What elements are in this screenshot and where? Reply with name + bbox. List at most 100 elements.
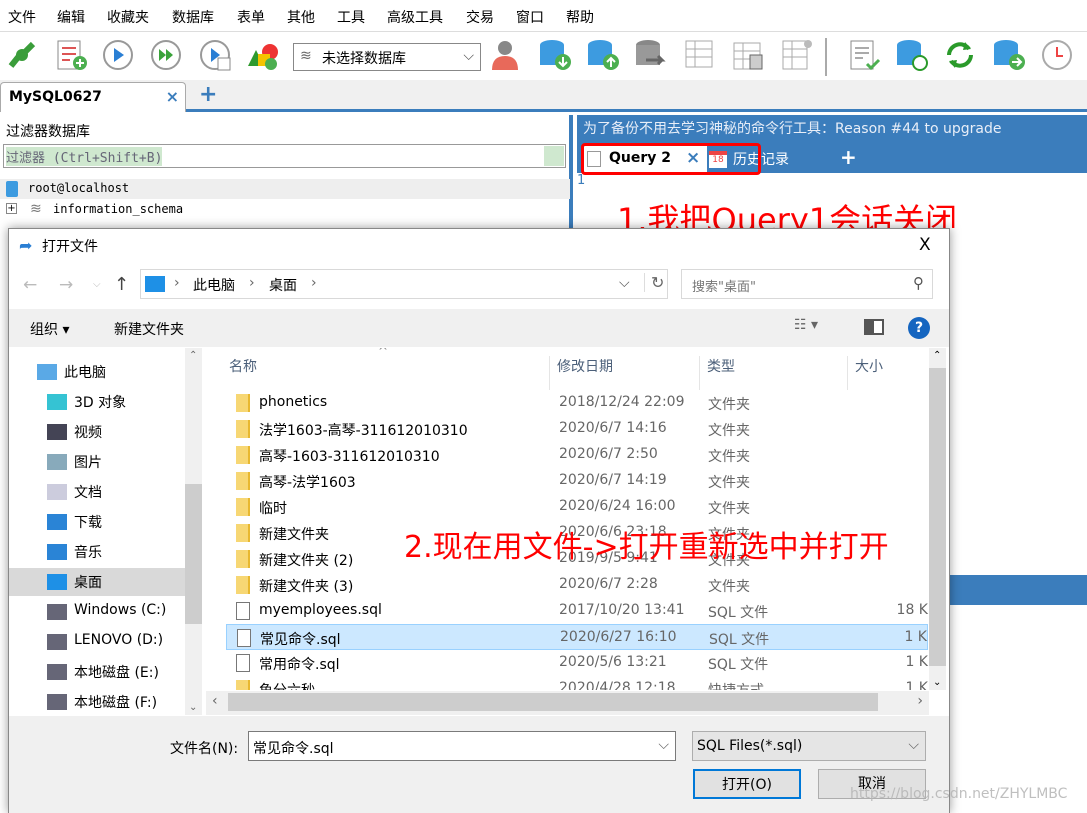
filter-input[interactable]: 过滤器 (Ctrl+Shift+B) — [3, 144, 566, 168]
nav-item[interactable]: 图片 — [9, 448, 185, 476]
search-input[interactable]: 搜索"桌面" ⚲ — [681, 269, 933, 299]
nav-item[interactable]: Windows (C:) — [9, 598, 185, 626]
file-list-vscrollbar[interactable]: ⌃ ⌄ — [929, 348, 946, 690]
help-icon[interactable]: ? — [908, 317, 930, 339]
nav-item[interactable]: 本地磁盘 (F:) — [9, 688, 185, 716]
close-icon[interactable]: × — [166, 87, 179, 106]
view-options-icon[interactable]: ☷ ▾ — [794, 317, 818, 333]
nav-item[interactable]: LENOVO (D:) — [9, 628, 185, 656]
file-name: phonetics — [259, 394, 328, 410]
nav-item-label: 本地磁盘 (F:) — [74, 695, 158, 711]
menu-item[interactable]: 帮助 — [566, 7, 594, 27]
menu-item[interactable]: 数据库 — [172, 7, 214, 27]
connection-tab[interactable]: MySQL0627 × — [0, 82, 186, 112]
backup-db-icon[interactable] — [538, 38, 572, 72]
copy-db-icon[interactable] — [634, 38, 668, 72]
file-row[interactable]: 新建文件夹 (3) 2020/6/7 2:28 文件夹 — [226, 572, 928, 598]
nav-item[interactable]: 3D 对象 — [9, 388, 185, 416]
sync-db-icon[interactable] — [895, 38, 929, 72]
upgrade-banner[interactable]: 为了备份不用去学习神秘的命令行工具：Reason #44 to upgrade — [583, 118, 1001, 138]
chevron-down-icon: ⌵ — [463, 48, 474, 64]
schema-designer-icon[interactable] — [246, 38, 280, 72]
nav-item[interactable]: 桌面 — [9, 568, 185, 596]
connect-icon[interactable] — [5, 38, 39, 72]
database-icon: ≋ — [30, 201, 42, 217]
back-icon[interactable]: ← — [23, 275, 37, 295]
table-key-icon[interactable] — [780, 38, 814, 72]
chevron-down-icon[interactable]: ⌵ — [658, 737, 669, 753]
add-tab-button[interactable]: + — [840, 145, 857, 169]
file-row[interactable]: 常用命令.sql 2020/5/6 13:21 SQL 文件 1 K — [226, 650, 928, 676]
migrate-db-icon[interactable] — [992, 38, 1026, 72]
forward-icon[interactable]: → — [59, 275, 73, 295]
schedule-icon[interactable] — [847, 38, 881, 72]
clock-icon[interactable] — [1040, 38, 1074, 72]
file-row[interactable]: phonetics 2018/12/24 22:09 文件夹 — [226, 390, 928, 416]
column-header-name[interactable]: 名称 — [229, 356, 257, 376]
file-row[interactable]: 高琴-法学1603 2020/6/7 14:19 文件夹 — [226, 468, 928, 494]
nav-item[interactable]: 文档 — [9, 478, 185, 506]
nav-item[interactable]: 下载 — [9, 508, 185, 536]
menu-item[interactable]: 工具 — [337, 7, 365, 27]
file-list-hscrollbar[interactable]: ‹ › — [206, 691, 929, 715]
menu-item[interactable]: 文件 — [8, 7, 36, 27]
preview-pane-icon[interactable] — [864, 319, 884, 335]
file-date: 2018/12/24 22:09 — [559, 394, 685, 410]
database-select[interactable]: ≋ 未选择数据库 ⌵ — [293, 43, 481, 71]
menu-item[interactable]: 其他 — [287, 7, 315, 27]
column-header-date[interactable]: 修改日期 — [549, 356, 613, 390]
chevron-down-icon[interactable]: ⌵ — [619, 275, 630, 291]
menu-item[interactable]: 表单 — [237, 7, 265, 27]
up-icon[interactable]: ↑ — [114, 274, 129, 295]
recent-dropdown-icon[interactable]: ⌵ — [93, 279, 101, 290]
tree-item-database[interactable]: + ≋ information_schema — [0, 200, 570, 220]
nav-item[interactable]: 本地磁盘 (E:) — [9, 658, 185, 686]
menu-item[interactable]: 高级工具 — [387, 7, 443, 27]
open-button[interactable]: 打开(O) — [693, 769, 801, 799]
column-header-size[interactable]: 大小 — [847, 356, 883, 390]
user-manager-icon[interactable] — [488, 38, 522, 72]
breadcrumb-item[interactable]: 桌面 — [269, 275, 297, 295]
background-selection — [930, 575, 1087, 605]
new-folder-button[interactable]: 新建文件夹 — [114, 319, 184, 339]
file-name: 高琴-1603-311612010310 — [259, 449, 440, 465]
expand-icon[interactable]: + — [6, 203, 17, 214]
run-icon[interactable] — [101, 38, 135, 72]
file-row[interactable]: 法学1603-高琴-311612010310 2020/6/7 14:16 文件夹 — [226, 416, 928, 442]
filename-input[interactable]: 常见命令.sql ⌵ — [248, 731, 676, 761]
new-query-icon[interactable] — [55, 38, 89, 72]
organize-button[interactable]: 组织 ▾ — [30, 319, 69, 339]
export-table-icon[interactable] — [731, 38, 765, 72]
refresh-icon[interactable] — [943, 38, 977, 72]
file-name: 法学1603-高琴-311612010310 — [259, 423, 468, 439]
nav-item[interactable]: 视频 — [9, 418, 185, 446]
file-row[interactable]: 临时 2020/6/24 16:00 文件夹 — [226, 494, 928, 520]
file-row[interactable]: myemployees.sql 2017/10/20 13:41 SQL 文件 18 … — [226, 598, 928, 624]
restore-db-icon[interactable] — [586, 38, 620, 72]
tree-item-host[interactable]: root@localhost — [0, 179, 570, 199]
breadcrumb-item[interactable]: 此电脑 — [193, 275, 235, 295]
filetype-select[interactable]: SQL Files(*.sql) ⌵ — [692, 731, 926, 761]
refresh-icon[interactable]: ↻ — [644, 273, 664, 292]
file-type: 文件夹 — [708, 501, 750, 517]
address-bar[interactable]: › 此电脑 › 桌面 › ⌵ ↻ — [140, 269, 668, 299]
menu-item[interactable]: 编辑 — [57, 7, 85, 27]
file-row[interactable]: 鱼分六秒 2020/4/28 12:18 快捷方式 1 K — [226, 676, 928, 690]
nav-item[interactable]: 此电脑 — [9, 358, 185, 386]
run-selection-icon[interactable] — [198, 38, 232, 72]
column-header-type[interactable]: 类型 — [699, 356, 735, 390]
menu-item[interactable]: 收藏夹 — [107, 7, 149, 27]
nav-scrollbar[interactable]: ⌃ ⌄ — [185, 348, 202, 715]
import-table-icon[interactable] — [683, 38, 717, 72]
file-row[interactable]: 常见命令.sql 2020/6/27 16:10 SQL 文件 1 K — [226, 624, 928, 650]
open-file-dialog: ➦ 打开文件 X ← → ⌵ ↑ › 此电脑 › 桌面 › ⌵ ↻ 搜索"桌面"… — [8, 228, 950, 813]
close-dialog-button[interactable]: X — [919, 235, 931, 255]
file-row[interactable]: 高琴-1603-311612010310 2020/6/7 2:50 文件夹 — [226, 442, 928, 468]
file-type: SQL 文件 — [708, 605, 769, 621]
nav-item[interactable]: 音乐 — [9, 538, 185, 566]
menu-item[interactable]: 窗口 — [516, 7, 544, 27]
menu-item[interactable]: 交易 — [466, 7, 494, 27]
run-all-icon[interactable] — [149, 38, 183, 72]
add-connection-button[interactable]: + — [199, 82, 217, 107]
folder-icon — [236, 524, 250, 542]
